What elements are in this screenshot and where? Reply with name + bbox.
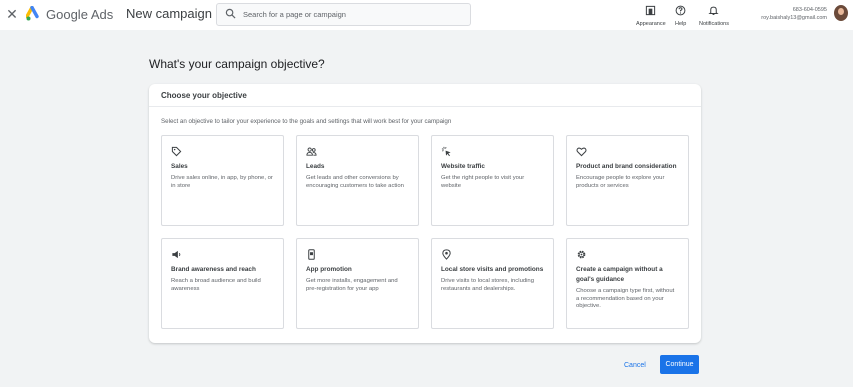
objective-card-brand-awareness[interactable]: Brand awareness and reach Reach a broad … [161,238,284,329]
search-input[interactable] [243,10,463,19]
panel-description: Select an objective to tailor your exper… [161,118,452,125]
objective-title: Brand awareness and reach [171,266,256,273]
heart-icon [576,144,587,157]
objective-description: Encourage people to explore your product… [576,175,665,189]
cursor-click-icon [441,144,452,157]
gear-icon [576,247,587,259]
appearance-label: Appearance [636,21,666,27]
objective-title: Create a campaign without a goal's guida… [576,266,663,283]
page-title: New campaign [126,6,212,21]
objective-title: Sales [171,163,188,170]
account-info[interactable]: 683-604-0595 roy.baishaly13@gmail.com [761,6,827,22]
help-icon [675,5,686,18]
page-heading: What's your campaign objective? [149,57,325,71]
appearance-icon [645,5,656,18]
objective-card-leads[interactable]: Leads Get leads and other conversions by… [296,135,419,226]
account-email: roy.baishaly13@gmail.com [761,15,827,21]
objective-description: Get leads and other conversions by encou… [306,175,404,189]
bell-icon [708,5,720,18]
help-button[interactable]: Help [675,2,686,28]
objective-title: Leads [306,163,325,170]
panel-title: Choose your objective [161,91,247,100]
objective-title: App promotion [306,266,352,273]
top-bar: ✕ Google Ads New campaign Appearance Hel… [0,0,853,30]
close-icon: ✕ [6,5,18,22]
objective-card-product-brand-consideration[interactable]: Product and brand consideration Encourag… [566,135,689,226]
help-label: Help [675,21,687,27]
objective-panel: Choose your objective Select an objectiv… [149,84,701,343]
avatar[interactable] [834,5,848,21]
people-icon [306,144,317,156]
close-button[interactable]: ✕ [4,6,20,22]
objective-card-local-store-visits[interactable]: Local store visits and promotions Drive … [431,238,554,329]
notifications-label: Notifications [699,21,729,27]
objective-description: Reach a broad audience and build awarene… [171,278,261,292]
continue-button[interactable]: Continue [660,355,699,374]
divider [149,106,701,107]
objective-card-app-promotion[interactable]: App promotion Get more installs, engagem… [296,238,419,329]
objective-description: Drive visits to local stores, including … [441,278,534,292]
search-icon [225,6,236,24]
google-ads-logo[interactable] [25,5,42,22]
search-bar[interactable] [216,3,471,26]
objective-title: Local store visits and promotions [441,266,544,273]
account-id: 683-604-0595 [792,7,827,13]
brand-name: Google Ads [46,7,114,22]
objective-description: Choose a campaign type first, without a … [576,288,675,310]
appearance-button[interactable]: Appearance [636,2,666,28]
phone-icon [306,247,317,260]
notifications-button[interactable]: Notifications [699,2,729,28]
objective-description: Get more installs, engagement and pre-re… [306,278,398,292]
location-pin-icon [441,247,452,260]
tag-icon [171,144,182,157]
megaphone-icon [171,247,182,259]
objective-description: Drive sales online, in app, by phone, or… [171,175,273,189]
objective-description: Get the right people to visit your websi… [441,175,525,189]
objective-title: Product and brand consideration [576,163,677,170]
objective-card-sales[interactable]: Sales Drive sales online, in app, by pho… [161,135,284,226]
objective-title: Website traffic [441,163,485,170]
objective-card-website-traffic[interactable]: Website traffic Get the right people to … [431,135,554,226]
objective-card-no-goal-guidance[interactable]: Create a campaign without a goal's guida… [566,238,689,329]
cancel-button[interactable]: Cancel [624,358,646,372]
